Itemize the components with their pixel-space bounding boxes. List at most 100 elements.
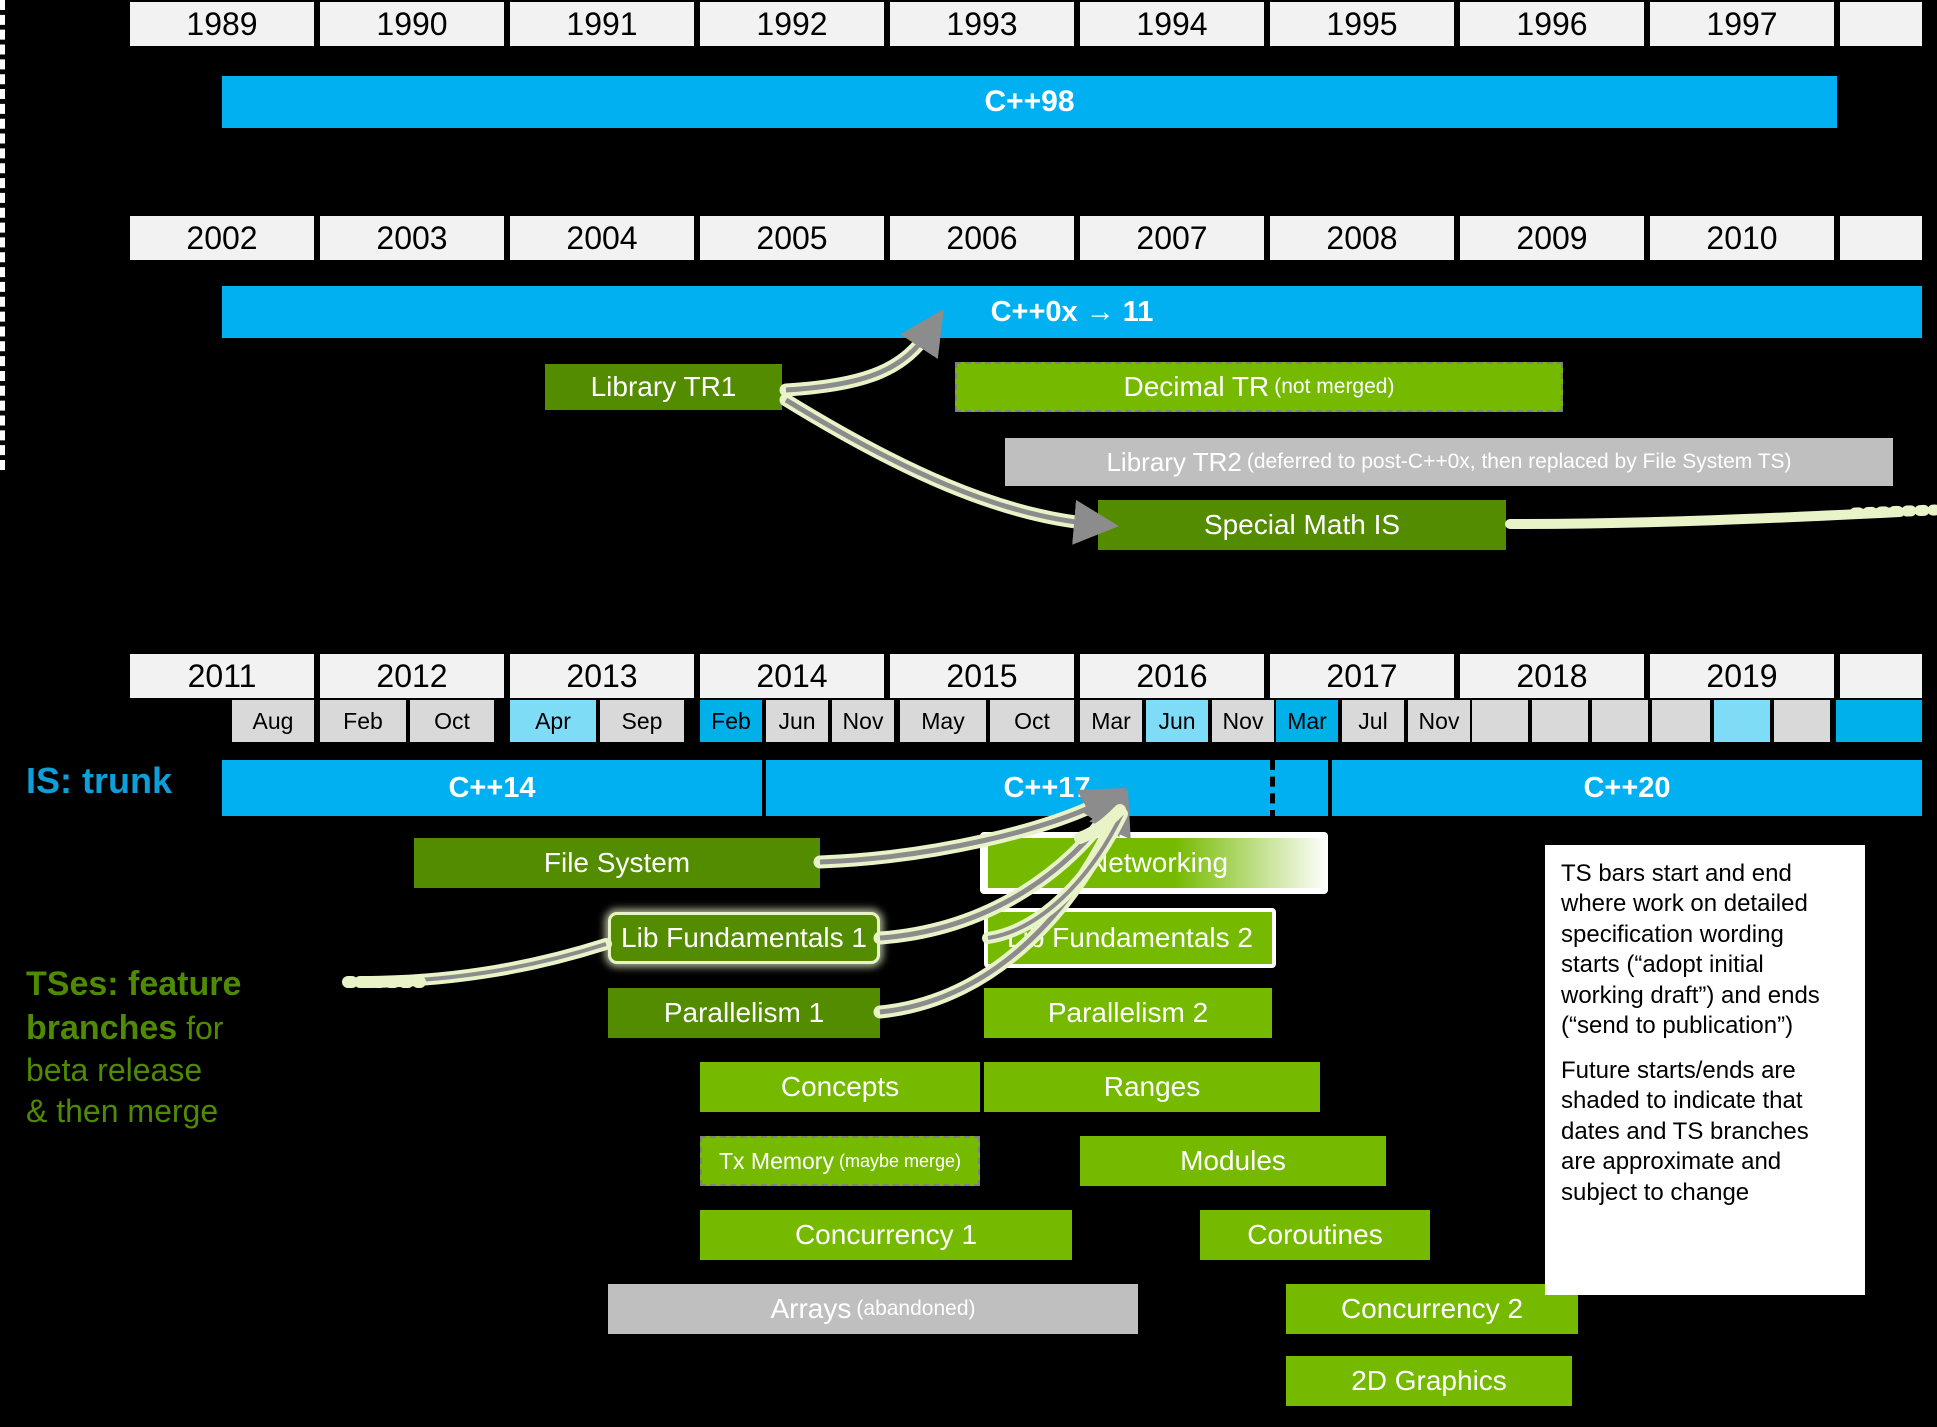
- tses-label-line1: TSes: feature: [26, 965, 242, 1003]
- bar-special-math-is: Special Math IS: [1098, 500, 1506, 550]
- bar-label: Arrays: [770, 1293, 852, 1324]
- month-cell: Sep: [600, 700, 684, 742]
- year-cell: 1989: [130, 2, 314, 46]
- bar-tx-memory: Tx Memory (maybe merge): [700, 1136, 980, 1186]
- year-cell: 2018: [1460, 654, 1644, 698]
- bar-2d-graphics: 2D Graphics: [1286, 1356, 1572, 1406]
- bar-label: Concurrency 2: [1340, 1293, 1524, 1324]
- year-cell: 2010: [1650, 216, 1834, 260]
- year-cell: 2008: [1270, 216, 1454, 260]
- year-cell-empty: [1840, 2, 1922, 46]
- month-cell: Aug: [232, 700, 314, 742]
- month-cell: Nov: [1408, 700, 1470, 742]
- month-cell-blank: [1532, 700, 1588, 742]
- cpp-standards-timeline: 1989 1990 1991 1992 1993 1994 1995 1996 …: [0, 0, 1937, 1427]
- bar-library-tr2: Library TR2 (deferred to post-C++0x, the…: [1005, 438, 1893, 486]
- tses-label-line2-bold: branches: [26, 1008, 178, 1047]
- month-cell: Jul: [1342, 700, 1404, 742]
- year-cell: 1994: [1080, 2, 1264, 46]
- year-cell: 1990: [320, 2, 504, 46]
- month-cell-blank-highlight: [1714, 700, 1770, 742]
- month-cell: Oct: [410, 700, 494, 742]
- bar-modules: Modules: [1080, 1136, 1386, 1186]
- year-cell: 2007: [1080, 216, 1264, 260]
- bar-decimal-tr: Decimal TR (not merged): [955, 362, 1563, 412]
- bar-note: (maybe merge): [838, 1150, 962, 1171]
- bar-lib-fundamentals-1: Lib Fundamentals 1: [608, 912, 880, 964]
- month-cell-blank: [1774, 700, 1830, 742]
- year-cell: 2003: [320, 216, 504, 260]
- bar-label: Concurrency 1: [794, 1219, 978, 1250]
- month-cell-highlight: Mar: [1276, 700, 1338, 742]
- tses-label: TSes: feature branches for beta release …: [26, 963, 326, 1132]
- is-bar-cpp0x-11: C++0x → 11: [222, 286, 1922, 338]
- year-cell: 1996: [1460, 2, 1644, 46]
- bar-label: Lib Fundamentals 2: [1007, 922, 1253, 953]
- bar-file-system: File System: [414, 838, 820, 888]
- month-cell: Oct: [990, 700, 1074, 742]
- bar-parallelism-2: Parallelism 2: [984, 988, 1272, 1038]
- year-cell: 1993: [890, 2, 1074, 46]
- month-cell: Nov: [1212, 700, 1274, 742]
- bar-label: Tx Memory: [718, 1147, 834, 1174]
- bar-note: (abandoned): [856, 1297, 976, 1320]
- bar-label: Special Math IS: [1203, 509, 1401, 540]
- is-bar-cpp98: C++98: [222, 76, 1837, 128]
- is-trunk-label: IS: trunk: [26, 760, 173, 801]
- year-cell-empty: [1840, 216, 1922, 260]
- bar-label: Library TR1: [590, 371, 737, 402]
- legend-info-box: TS bars start and end where work on deta…: [1545, 845, 1865, 1295]
- year-cell: 2014: [700, 654, 884, 698]
- bar-networking: Networking: [988, 838, 1328, 888]
- bar-label: Library TR2: [1106, 446, 1242, 477]
- bar-label: Networking: [1087, 847, 1229, 878]
- month-cell-highlight: Feb: [700, 700, 762, 742]
- is-bar-cpp20: C++20: [1332, 760, 1922, 816]
- bar-note: (deferred to post-C++0x, then replaced b…: [1246, 450, 1792, 473]
- bar-label: Decimal TR: [1123, 371, 1270, 402]
- year-cell: 1995: [1270, 2, 1454, 46]
- bar-label: Parallelism 2: [1047, 997, 1209, 1028]
- tses-label-line3: beta release: [26, 1052, 203, 1089]
- month-cell-highlight: Jun: [1146, 700, 1208, 742]
- year-cell: 1991: [510, 2, 694, 46]
- bar-label: Coroutines: [1247, 1219, 1383, 1250]
- month-cell: Feb: [320, 700, 406, 742]
- legend-paragraph-2: Future starts/ends are shaded to indicat…: [1561, 1056, 1809, 1206]
- tses-label-line4: & then merge: [26, 1092, 219, 1129]
- bar-lib-fundamentals-2: Lib Fundamentals 2: [988, 912, 1272, 964]
- year-cell: 2013: [510, 654, 694, 698]
- bar-ranges: Ranges: [984, 1062, 1320, 1112]
- cpp20-divider-line: [1270, 760, 1275, 820]
- month-cell: May: [900, 700, 986, 742]
- bar-concepts: Concepts: [700, 1062, 980, 1112]
- month-cell-blank-highlight: [1836, 700, 1922, 742]
- year-cell: 2011: [130, 654, 314, 698]
- year-cell: 1992: [700, 2, 884, 46]
- month-cell-blank: [1592, 700, 1648, 742]
- bar-note: (not merged): [1274, 375, 1395, 398]
- month-cell-highlight: Apr: [510, 700, 596, 742]
- bar-label: Ranges: [1103, 1071, 1201, 1102]
- bar-concurrency-1: Concurrency 1: [700, 1210, 1072, 1260]
- bar-label: Parallelism 1: [663, 997, 825, 1028]
- bar-concurrency-2: Concurrency 2: [1286, 1284, 1578, 1334]
- is-bar-cpp14: C++14: [222, 760, 762, 816]
- bar-label: Lib Fundamentals 1: [621, 922, 867, 953]
- month-cell: Nov: [832, 700, 894, 742]
- year-cell: 2015: [890, 654, 1074, 698]
- year-cell: 2019: [1650, 654, 1834, 698]
- month-cell: Jun: [766, 700, 828, 742]
- year-cell: 2009: [1460, 216, 1644, 260]
- bar-label: Concepts: [780, 1071, 900, 1102]
- year-cell: 2017: [1270, 654, 1454, 698]
- bar-label: Modules: [1180, 1145, 1286, 1176]
- bar-label: File System: [543, 847, 691, 878]
- year-cell: 2005: [700, 216, 884, 260]
- year-cell: 2016: [1080, 654, 1264, 698]
- is-bar-cpp17: C++17: [766, 760, 1328, 816]
- year-cell: 2006: [890, 216, 1074, 260]
- tses-label-line2-rest: for: [177, 1009, 224, 1046]
- year-cell: 2012: [320, 654, 504, 698]
- month-cell-blank: [1472, 700, 1528, 742]
